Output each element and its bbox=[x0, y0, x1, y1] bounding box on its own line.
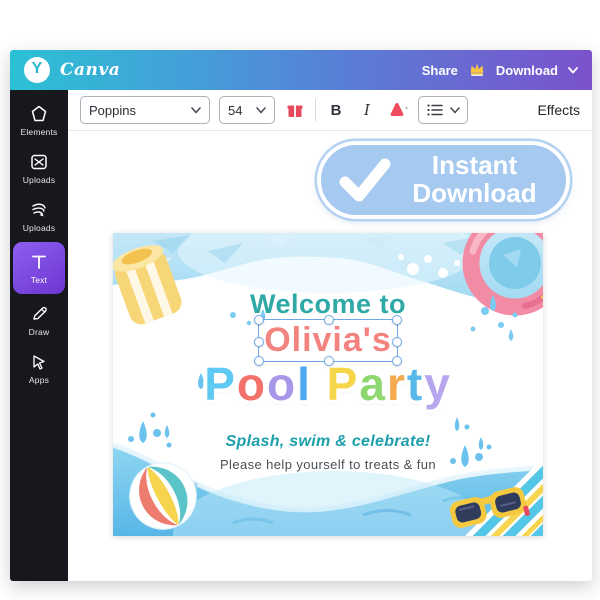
selection-handle[interactable] bbox=[254, 315, 264, 325]
sidebar-item-label: Elements bbox=[20, 127, 57, 137]
canva-app-window: Y Canva Share Download E bbox=[10, 50, 592, 581]
sidebar-item-draw[interactable]: Draw bbox=[10, 296, 68, 344]
sidebar: Elements Uploads Uploa bbox=[10, 90, 68, 581]
sidebar-item-elements[interactable]: Elements bbox=[10, 96, 68, 144]
font-family-select[interactable]: Poppins bbox=[80, 96, 210, 124]
sidebar-item-label: Draw bbox=[29, 327, 50, 337]
gift-icon bbox=[286, 101, 304, 119]
sidebar-item-label: Uploads bbox=[23, 223, 56, 233]
chevron-down-icon bbox=[256, 107, 266, 114]
font-size-select[interactable]: 54 bbox=[219, 96, 275, 124]
chevron-down-icon bbox=[191, 107, 201, 114]
text-color-button[interactable] bbox=[387, 98, 409, 122]
selection-box[interactable] bbox=[258, 319, 398, 362]
badge-text: Instant Download bbox=[397, 152, 566, 207]
bullet-list-icon bbox=[426, 102, 444, 118]
design-title-wrap[interactable]: Pool Party Pool Party bbox=[113, 357, 543, 421]
text-color-icon bbox=[387, 100, 409, 120]
format-toolbar: Poppins 54 bbox=[68, 90, 592, 131]
badge-line2: Download bbox=[397, 180, 552, 208]
selection-handle[interactable] bbox=[254, 356, 264, 366]
sidebar-item-text[interactable]: Text bbox=[13, 242, 65, 294]
sidebar-item-uploads-2[interactable]: Uploads bbox=[10, 192, 68, 240]
crown-icon bbox=[468, 61, 486, 79]
selection-handle[interactable] bbox=[324, 315, 334, 325]
selection-handle[interactable] bbox=[392, 356, 402, 366]
font-family-value: Poppins bbox=[89, 103, 136, 118]
share-button[interactable]: Share bbox=[422, 63, 458, 78]
design-text-subtext[interactable]: Please help yourself to treats & fun bbox=[113, 457, 543, 472]
sidebar-item-label: Apps bbox=[29, 375, 49, 385]
badge-line1: Instant bbox=[397, 152, 552, 180]
canvas-area[interactable]: Instant Download bbox=[68, 131, 592, 581]
gift-color-button[interactable] bbox=[284, 98, 306, 122]
checkmark-icon bbox=[339, 156, 391, 204]
italic-icon: I bbox=[364, 101, 370, 119]
app-title: Canva bbox=[60, 60, 120, 80]
font-size-value: 54 bbox=[228, 103, 242, 118]
effects-button[interactable]: Effects bbox=[537, 102, 580, 118]
design-page[interactable]: Welcome to Olivia's bbox=[113, 233, 543, 536]
cursor-icon bbox=[29, 352, 49, 372]
sidebar-item-label: Uploads bbox=[23, 175, 56, 185]
canva-logo-glyph: Y bbox=[32, 61, 43, 77]
italic-button[interactable]: I bbox=[356, 98, 378, 122]
image-upload-icon bbox=[29, 152, 49, 172]
selection-handle[interactable] bbox=[392, 337, 402, 347]
text-icon bbox=[29, 252, 49, 272]
design-text-tagline[interactable]: Splash, swim & celebrate! bbox=[113, 433, 543, 451]
toolbar-divider bbox=[315, 99, 316, 121]
pencil-icon bbox=[29, 304, 49, 324]
download-button[interactable]: Download bbox=[496, 63, 558, 78]
download-chevron-icon[interactable] bbox=[568, 67, 578, 74]
bold-button[interactable]: B bbox=[325, 98, 347, 122]
selection-handle[interactable] bbox=[324, 356, 334, 366]
canva-logo[interactable]: Y bbox=[24, 57, 50, 83]
sidebar-item-apps[interactable]: Apps bbox=[10, 344, 68, 392]
content-column: Poppins 54 bbox=[68, 90, 592, 581]
sidebar-item-label: Text bbox=[31, 275, 47, 285]
instant-download-badge: Instant Download bbox=[317, 141, 570, 219]
chevron-down-icon bbox=[450, 107, 460, 114]
top-bar: Y Canva Share Download bbox=[10, 50, 592, 90]
main-row: Elements Uploads Uploa bbox=[10, 90, 592, 581]
list-style-select[interactable] bbox=[418, 96, 468, 124]
screenshot-stage: Y Canva Share Download E bbox=[0, 0, 600, 600]
selection-handle[interactable] bbox=[392, 315, 402, 325]
swoosh-upload-icon bbox=[29, 200, 49, 220]
shapes-icon bbox=[29, 104, 49, 124]
selection-handle[interactable] bbox=[254, 337, 264, 347]
bold-icon: B bbox=[331, 102, 342, 119]
sidebar-item-uploads[interactable]: Uploads bbox=[10, 144, 68, 192]
